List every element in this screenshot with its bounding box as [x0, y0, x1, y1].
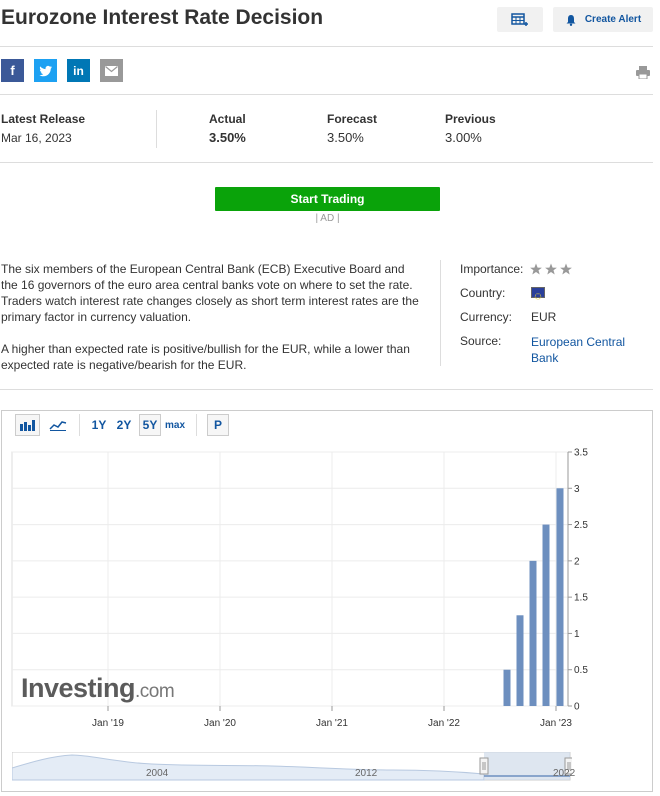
range-navigator[interactable] — [12, 752, 572, 784]
start-trading-button[interactable]: Start Trading — [215, 187, 440, 211]
range-1y-button[interactable]: 1Y — [88, 414, 110, 436]
x-tick-label: Jan '19 — [92, 718, 124, 729]
star-icon — [545, 263, 557, 275]
y-tick-label: 3.5 — [574, 448, 588, 459]
range-2y-button[interactable]: 2Y — [113, 414, 135, 436]
bell-icon — [566, 14, 576, 26]
bar-jul-22 — [503, 669, 511, 706]
eu-flag-icon — [531, 287, 545, 300]
forecast-label: Forecast — [327, 112, 378, 126]
divider — [0, 94, 653, 95]
calendar-table-icon — [511, 12, 528, 26]
importance-stars — [530, 263, 574, 282]
source-label: Source: — [460, 334, 502, 348]
x-tick-label: Jan '22 — [428, 718, 460, 729]
printer-icon — [636, 66, 650, 80]
previous-value: 3.00% — [445, 130, 482, 145]
y-tick-label: 3 — [574, 484, 580, 495]
y-tick-label: 1.5 — [574, 593, 588, 604]
twitter-share-button[interactable] — [34, 59, 57, 82]
event-impact-description: A higher than expected rate is positive/… — [1, 342, 410, 372]
y-tick-label: 0 — [574, 702, 580, 713]
y-tick-label: 2 — [574, 556, 580, 567]
source-link-line-1: European Central — [531, 335, 626, 349]
divider — [196, 414, 197, 436]
y-tick-label: 1 — [574, 629, 580, 640]
actual-label: Actual — [209, 112, 246, 126]
divider — [0, 162, 653, 163]
range-5y-button[interactable]: 5Y — [139, 414, 161, 436]
bar-dec-22 — [542, 524, 550, 706]
latest-release-date: Mar 16, 2023 — [1, 131, 72, 145]
previous-label: Previous — [445, 112, 496, 126]
add-to-calendar-button[interactable] — [497, 7, 543, 32]
currency-label: Currency: — [460, 310, 513, 324]
navigator-label-2022: 2022 — [553, 768, 576, 779]
star-icon — [530, 263, 542, 275]
facebook-icon: f — [10, 63, 15, 78]
line-chart-icon — [48, 421, 66, 431]
twitter-icon — [38, 65, 52, 76]
star-icon — [560, 263, 572, 275]
forecast-value: 3.50% — [327, 130, 364, 145]
print-button[interactable] — [636, 65, 650, 84]
divider — [156, 110, 157, 148]
divider — [0, 389, 653, 390]
x-axis: Jan '19 Jan '20 Jan '21 Jan '22 Jan '23 — [92, 706, 572, 729]
actual-value: 3.50% — [209, 130, 246, 145]
navigator-label-2004: 2004 — [146, 768, 169, 779]
linkedin-icon: in — [73, 63, 84, 78]
x-tick-label: Jan '20 — [204, 718, 236, 729]
y-tick-label: 2.5 — [574, 520, 588, 531]
linkedin-share-button[interactable]: in — [67, 59, 90, 82]
email-icon — [105, 65, 118, 76]
facebook-share-button[interactable]: f — [1, 59, 24, 82]
ad-label: | AD | — [315, 213, 340, 224]
y-tick-label: 0.5 — [574, 665, 588, 676]
y-axis: 0 0.5 1 1.5 2 2.5 3 3.5 — [567, 448, 588, 713]
create-alert-button[interactable]: Create Alert — [553, 7, 653, 32]
watermark-brand: Investing — [21, 673, 136, 703]
plot-frame — [11, 451, 569, 707]
create-alert-label: Create Alert — [584, 14, 642, 25]
latest-release-label: Latest Release — [1, 112, 86, 126]
divider — [440, 260, 441, 366]
range-max-button[interactable]: max — [163, 414, 187, 436]
bar-chart-icon — [19, 420, 35, 431]
line-chart-type-button[interactable] — [45, 414, 70, 436]
email-share-button[interactable] — [100, 59, 123, 82]
bar-oct-22 — [529, 560, 537, 706]
navigator-label-2012: 2012 — [355, 768, 378, 779]
investing-watermark: Investing.com — [21, 673, 175, 704]
source-link[interactable]: European Central Bank — [531, 334, 625, 366]
bar-feb-23 — [556, 488, 564, 706]
navigator-left-handle[interactable] — [479, 757, 489, 775]
watermark-suffix: .com — [135, 681, 175, 702]
country-label: Country: — [460, 286, 506, 300]
x-tick-label: Jan '21 — [316, 718, 348, 729]
x-tick-label: Jan '23 — [540, 718, 572, 729]
importance-label: Importance: — [460, 262, 524, 276]
bar-chart-type-button[interactable] — [15, 414, 40, 436]
source-link-line-2: Bank — [531, 351, 559, 365]
divider — [0, 46, 653, 47]
bar-sep-22 — [516, 615, 524, 706]
event-description: The six members of the European Central … — [1, 262, 419, 324]
chart-grid — [11, 451, 569, 707]
page-title: Eurozone Interest Rate Decision — [1, 6, 324, 29]
currency-value: EUR — [531, 310, 557, 324]
divider — [79, 414, 80, 436]
p-button[interactable]: P — [207, 414, 229, 436]
